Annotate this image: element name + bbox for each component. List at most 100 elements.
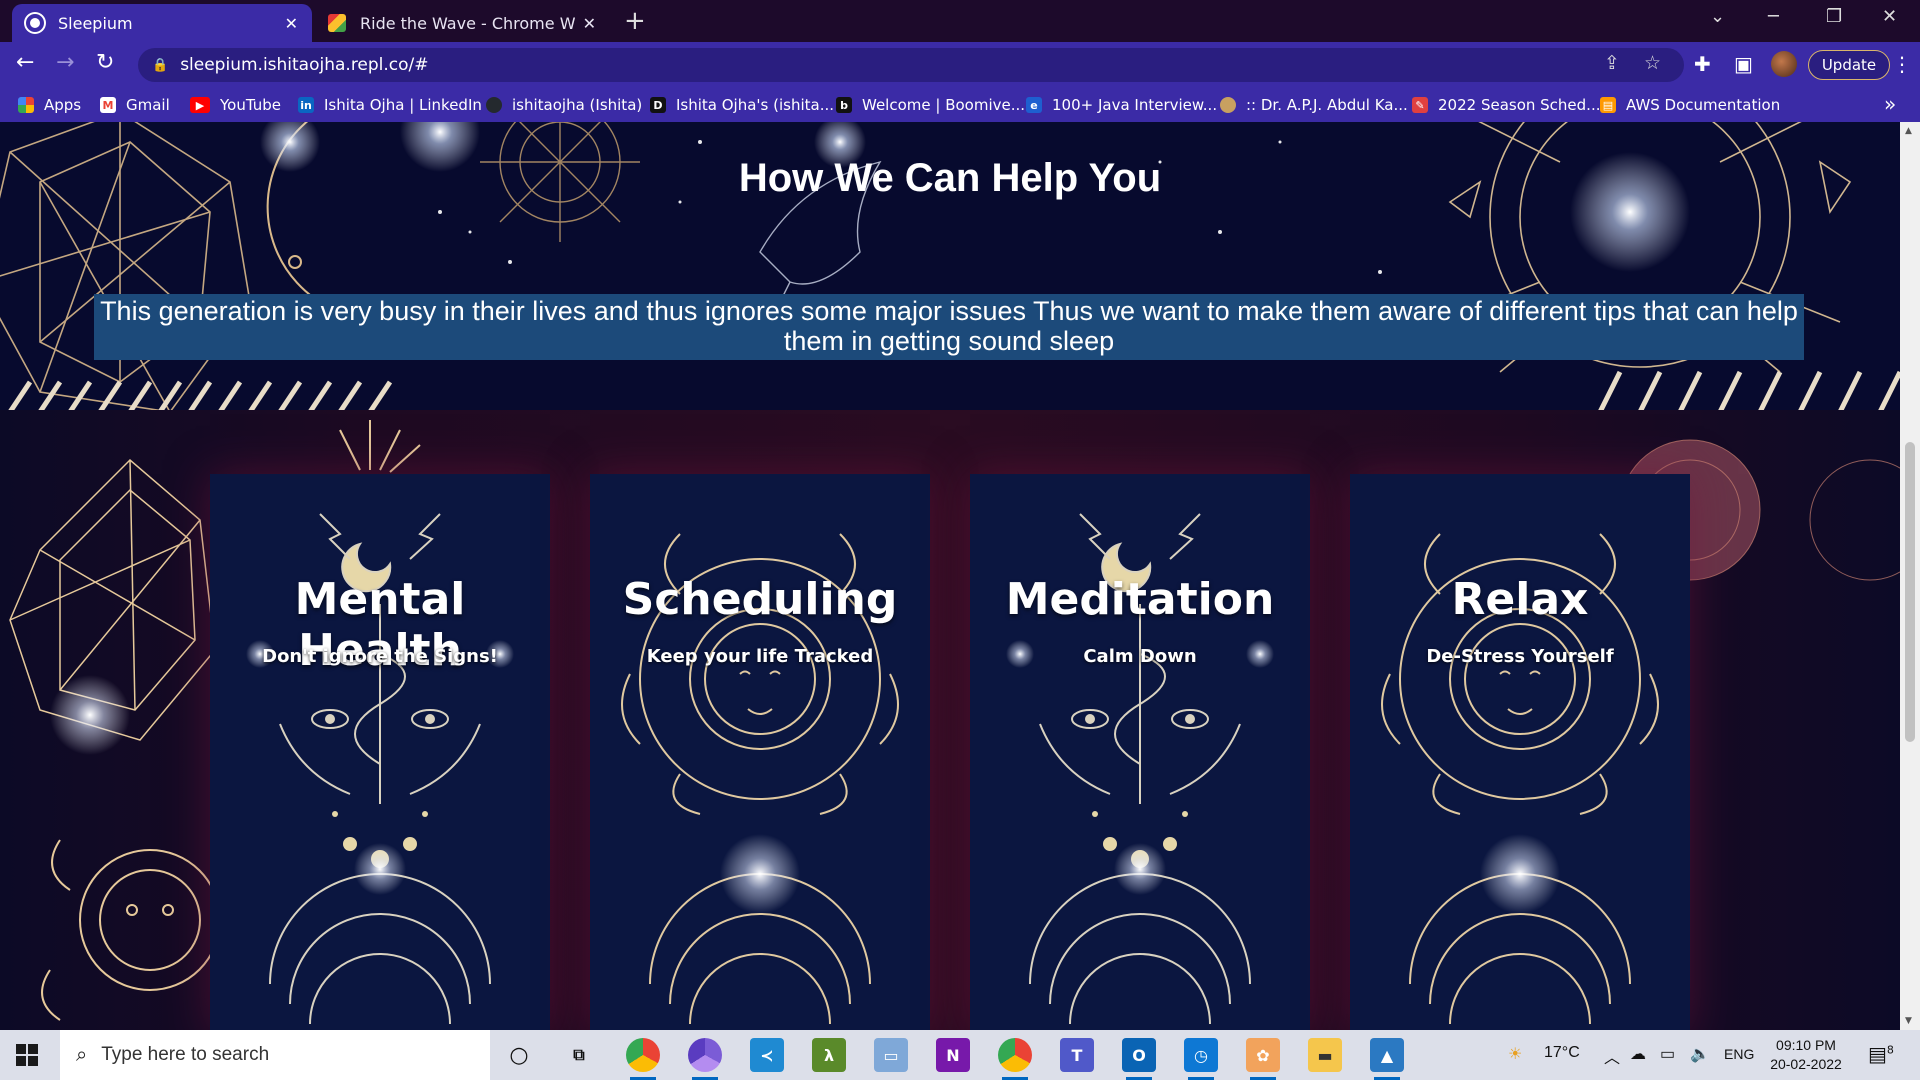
scroll-thumb[interactable] bbox=[1905, 442, 1915, 742]
page-scrollbar[interactable]: ▲ ▼ bbox=[1900, 122, 1920, 1030]
weather-icon[interactable]: ☀ bbox=[1508, 1044, 1522, 1064]
tab-sleepium[interactable]: Sleepium ✕ bbox=[12, 4, 312, 42]
card-mental-health[interactable]: Mental Health Don't ignore the Signs! bbox=[210, 474, 550, 1030]
task-view-icon[interactable]: ⧉ bbox=[562, 1038, 596, 1072]
services-section: Mental Health Don't ignore the Signs! Sc… bbox=[0, 410, 1900, 1030]
close-tab-icon[interactable]: ✕ bbox=[583, 14, 596, 33]
chrome-second-icon[interactable] bbox=[998, 1038, 1032, 1080]
notification-center-icon[interactable]: ▤8 bbox=[1868, 1042, 1894, 1066]
window-close-icon[interactable]: ✕ bbox=[1882, 6, 1897, 27]
scroll-up-icon[interactable]: ▲ bbox=[1905, 126, 1912, 136]
chrome-icon[interactable] bbox=[626, 1038, 660, 1080]
onenote-icon[interactable]: N bbox=[936, 1038, 970, 1072]
windows-start-icon[interactable] bbox=[16, 1044, 38, 1066]
desktop-app-icon[interactable]: ▭ bbox=[874, 1038, 908, 1072]
notification-count: 8 bbox=[1886, 1043, 1894, 1057]
aws-icon: ▤ bbox=[1600, 97, 1616, 113]
sun-face-art bbox=[621, 533, 899, 1025]
page-viewport: How We Can Help You This generation is v… bbox=[0, 122, 1900, 1030]
reload-icon[interactable]: ↻ bbox=[96, 50, 114, 75]
clock-app-icon[interactable]: ◷ bbox=[1184, 1038, 1218, 1080]
teams-icon[interactable]: T bbox=[1060, 1038, 1094, 1072]
volume-icon[interactable]: 🔈 bbox=[1690, 1044, 1710, 1064]
onedrive-icon[interactable]: ☁ bbox=[1630, 1044, 1646, 1064]
tab-strip: Sleepium ✕ Ride the Wave - Chrome Web St… bbox=[0, 0, 1920, 42]
tab-title: Sleepium bbox=[58, 13, 133, 33]
weather-temperature[interactable]: 17°C bbox=[1544, 1044, 1580, 1062]
lock-icon: 🔒 bbox=[152, 57, 169, 73]
minimize-icon[interactable]: ─ bbox=[1768, 6, 1779, 27]
dev-icon: D bbox=[650, 97, 666, 113]
chrome-profile-icon[interactable] bbox=[688, 1038, 722, 1080]
outlook-icon[interactable]: O bbox=[1122, 1038, 1156, 1080]
profile-avatar[interactable] bbox=[1771, 51, 1797, 77]
bookmark-apps[interactable]: Apps bbox=[18, 96, 81, 114]
bookmark-boomive[interactable]: b Welcome | Boomive... bbox=[836, 96, 1025, 114]
back-icon[interactable]: ← bbox=[16, 50, 34, 75]
language-indicator[interactable]: ENG bbox=[1724, 1046, 1754, 1062]
photos-icon[interactable]: ▲ bbox=[1370, 1038, 1404, 1080]
bookmark-linkedin[interactable]: in Ishita Ojha | LinkedIn bbox=[298, 96, 482, 114]
portrait-icon bbox=[1220, 97, 1236, 113]
extensions-icon[interactable]: ✚ bbox=[1694, 52, 1711, 76]
card-subtitle: De-Stress Yourself bbox=[1426, 646, 1614, 667]
bookmark-season[interactable]: ✎ 2022 Season Sched... bbox=[1412, 96, 1600, 114]
close-tab-icon[interactable]: ✕ bbox=[285, 14, 298, 33]
bookmarks-overflow-icon[interactable]: » bbox=[1884, 92, 1896, 116]
clock-time: 09:10 PM bbox=[1776, 1037, 1836, 1053]
globe-icon bbox=[26, 14, 44, 32]
bookmarks-bar: Apps M Gmail ▶ YouTube in Ishita Ojha | … bbox=[0, 88, 1920, 122]
schedule-icon: ✎ bbox=[1412, 97, 1428, 113]
vscode-icon[interactable]: ≺ bbox=[750, 1038, 784, 1072]
gmail-icon: M bbox=[100, 97, 116, 113]
update-button[interactable]: Update bbox=[1808, 50, 1890, 80]
clock-date: 20-02-2022 bbox=[1770, 1056, 1842, 1072]
bookmark-youtube[interactable]: ▶ YouTube bbox=[190, 96, 281, 114]
show-hidden-icons-icon[interactable]: ︿ bbox=[1604, 1044, 1620, 1068]
restore-icon[interactable]: ❐ bbox=[1826, 6, 1842, 27]
tab-search-icon[interactable]: ⌄ bbox=[1710, 6, 1725, 27]
bookmark-star-icon[interactable]: ☆ bbox=[1644, 52, 1661, 74]
share-icon[interactable]: ⇪ bbox=[1604, 52, 1620, 74]
apps-grid-icon bbox=[18, 97, 34, 113]
moon-snake-art bbox=[246, 513, 514, 1025]
card-scheduling[interactable]: Scheduling Keep your life Tracked bbox=[590, 474, 930, 1030]
card-title: Meditation bbox=[1005, 574, 1275, 625]
intellij-icon[interactable]: λ bbox=[812, 1038, 846, 1072]
youtube-icon: ▶ bbox=[190, 97, 210, 113]
scroll-down-icon[interactable]: ▼ bbox=[1905, 1016, 1912, 1026]
bookmark-gmail[interactable]: M Gmail bbox=[100, 96, 170, 114]
menu-kebab-icon[interactable]: ⋮ bbox=[1892, 52, 1912, 76]
linkedin-icon: in bbox=[298, 97, 314, 113]
taskbar-search-input[interactable]: ⌕ Type here to search bbox=[60, 1030, 490, 1080]
sun-face-art bbox=[1381, 533, 1659, 1025]
card-subtitle: Don't ignore the Signs! bbox=[262, 646, 498, 667]
search-icon: ⌕ bbox=[76, 1043, 88, 1066]
bookmark-dev[interactable]: D Ishita Ojha's (ishita... bbox=[650, 96, 834, 114]
tab-ride-the-wave[interactable]: Ride the Wave - Chrome Web Sto ✕ bbox=[314, 4, 610, 42]
paint-app-icon[interactable]: ✿ bbox=[1246, 1038, 1280, 1080]
card-relax[interactable]: Relax De-Stress Yourself bbox=[1350, 474, 1690, 1030]
card-subtitle: Calm Down bbox=[1083, 646, 1197, 667]
bookmark-java[interactable]: e 100+ Java Interview... bbox=[1026, 96, 1217, 114]
address-bar[interactable]: 🔒 sleepium.ishitaojha.repl.co/# bbox=[138, 48, 1684, 82]
section-description: This generation is very busy in their li… bbox=[94, 294, 1804, 360]
url-text: sleepium.ishitaojha.repl.co/# bbox=[180, 55, 429, 75]
taskbar-clock[interactable]: 09:10 PM 20-02-2022 bbox=[1764, 1036, 1848, 1074]
cortana-icon[interactable]: ○ bbox=[502, 1038, 536, 1072]
windows-taskbar: ⌕ Type here to search ○ ⧉ ≺ λ ▭ N T O ◷ … bbox=[0, 1030, 1920, 1080]
bookmark-github[interactable]: ishitaojha (Ishita) bbox=[486, 96, 642, 114]
section-title: How We Can Help You bbox=[738, 156, 1162, 200]
card-title: Scheduling bbox=[622, 574, 898, 625]
bookmark-aws[interactable]: ▤ AWS Documentation bbox=[1600, 96, 1780, 114]
card-subtitle: Keep your life Tracked bbox=[646, 646, 874, 667]
forward-icon[interactable]: → bbox=[56, 50, 74, 75]
bookmark-kalam[interactable]: :: Dr. A.P.J. Abdul Ka... bbox=[1220, 96, 1408, 114]
moon-snake-art bbox=[1006, 513, 1274, 1025]
card-meditation[interactable]: Meditation Calm Down bbox=[970, 474, 1310, 1030]
side-panel-icon[interactable]: ▣ bbox=[1734, 52, 1753, 76]
card-title: Relax bbox=[1451, 574, 1589, 625]
new-tab-button[interactable]: + bbox=[624, 6, 646, 36]
battery-icon[interactable]: ▭ bbox=[1660, 1044, 1675, 1064]
file-explorer-icon[interactable]: ▬ bbox=[1308, 1038, 1342, 1072]
